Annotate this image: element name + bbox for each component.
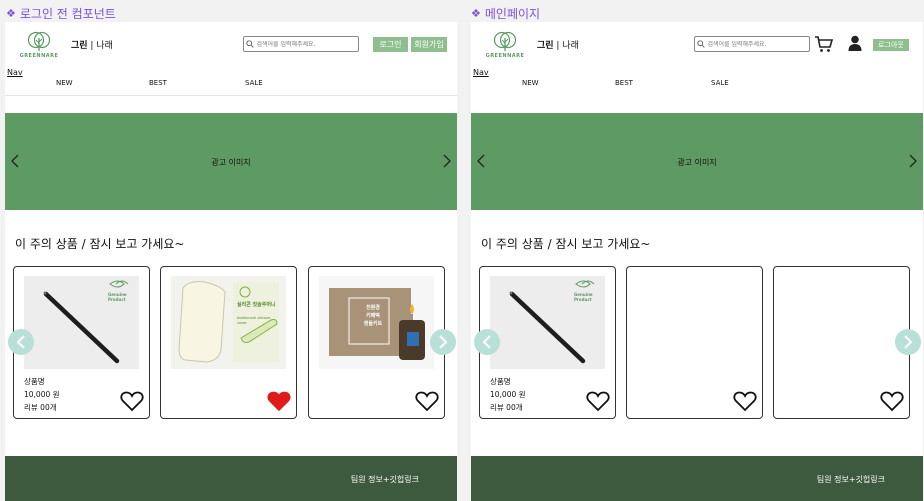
signup-button[interactable]: 회원가입 [411,37,447,52]
chevron-left-icon[interactable] [475,153,487,169]
cart-icon[interactable] [814,35,834,53]
footer-team-info-link[interactable]: 팀원 정보+깃헙링크 [351,474,419,485]
frame-label-text: 로그인 전 컴포넌트 [19,7,116,21]
search-icon[interactable] [695,37,707,51]
product-image-pen: Genuine Product [490,276,605,369]
brand-name: 그린 | 나래 [71,38,113,51]
product-image-pouch: 실리콘 칫솔주머니 toothbrush silicone cover [171,276,286,369]
brand-separator: | [87,41,97,51]
logout-button[interactable]: 로그아웃 [873,39,909,51]
heart-icon[interactable] [120,390,144,412]
carousel-prev-button[interactable] [8,329,34,355]
nav-item-best[interactable]: BEST [149,79,167,87]
pouch-title: 실리콘 칫솔주머니 [237,302,276,308]
nav-item-sale[interactable]: SALE [711,79,729,87]
heart-icon[interactable] [880,390,904,412]
user-icon[interactable] [848,35,862,51]
search-box [243,36,359,52]
product-image-pen: Genuine Product [24,276,139,369]
brand-separator: | [553,41,563,51]
site-header: GREENNARE 그린 | 나래 로그아웃 [471,22,923,67]
logo-wordmark: GREENNARE [485,53,525,59]
box-line: 키패떡 [366,313,380,319]
box-line: 캔들키트 [363,321,383,327]
carousel-prev-button[interactable] [474,329,500,355]
nav-item-best[interactable]: BEST [615,79,633,87]
product-reviews: 리뷰 00개 [24,403,57,412]
pouch-subtitle: toothbrush silicone cover [237,316,271,325]
product-meta: 상품명 10,000 원 리뷰 00개 [490,375,526,414]
chevron-left-icon[interactable] [9,153,21,169]
heart-icon-liked[interactable] [267,390,291,412]
candle-kit-box-text: 친환경 키패떡 캔들키트 [357,304,389,328]
product-image-candle-kit: 친환경 키패떡 캔들키트 [319,276,434,369]
ad-banner-text: 광고 이미지 [677,158,717,167]
product-card[interactable]: 실리콘 칫솔주머니 toothbrush silicone cover [160,266,297,419]
carousel-next-button[interactable] [895,329,921,355]
product-card-empty[interactable] [626,266,763,419]
heart-icon[interactable] [415,390,439,412]
product-card-empty[interactable] [773,266,910,419]
box-line: 친환경 [366,305,380,311]
product-card[interactable]: 친환경 키패떡 캔들키트 [308,266,445,419]
logo-wordmark: GREENNARE [19,53,59,59]
site-logo[interactable]: GREENNARE [485,30,525,60]
product-meta: 상품명 10,000 원 리뷰 00개 [24,375,60,414]
brand-name-right: 나래 [96,41,113,51]
product-name: 상품명 [24,377,45,386]
nav-label: Nav [473,68,489,77]
product-price: 10,000 원 [24,390,60,399]
brand-name: 그린 | 나래 [537,38,579,51]
chevron-right-icon [439,335,448,349]
section-title: 이 주의 상품 / 잠시 보고 가세요~ [15,237,185,251]
tree-logo-icon [27,31,51,51]
ad-banner: 광고 이미지 [471,113,923,210]
genuine-badge: Genuine Product [574,292,593,302]
carousel-next-button[interactable] [430,329,456,355]
footer-team-info-link[interactable]: 팀원 정보+깃헙링크 [817,474,885,485]
site-footer: 팀원 정보+깃헙링크 [471,456,923,501]
chevron-right-icon [904,335,913,349]
frame-label-before-login: ❖ 로그인 전 컴포넌트 [6,5,116,22]
search-input[interactable] [707,40,809,48]
section-title: 이 주의 상품 / 잠시 보고 가세요~ [481,237,651,251]
frame-before-login: GREENNARE 그린 | 나래 로그인 회원가입 Nav NEW BEST … [5,22,457,501]
product-name: 상품명 [490,377,511,386]
site-header: GREENNARE 그린 | 나래 로그인 회원가입 [5,22,457,67]
nav-item-new[interactable]: NEW [522,79,539,87]
login-button[interactable]: 로그인 [373,37,408,52]
site-logo[interactable]: GREENNARE [19,30,59,60]
heart-icon[interactable] [733,390,757,412]
heart-icon[interactable] [586,390,610,412]
component-diamond-icon: ❖ [471,7,481,20]
search-box [694,36,810,52]
frame-label-main-page: ❖ 메인페이지 [471,5,540,22]
site-footer: 팀원 정보+깃헙링크 [5,456,457,501]
frame-main-page: GREENNARE 그린 | 나래 로그아웃 Nav NEW BEST SALE… [471,22,923,501]
nav-item-sale[interactable]: SALE [245,79,263,87]
product-price: 10,000 원 [490,390,526,399]
genuine-badge: Genuine Product [108,292,127,302]
chevron-left-icon [482,335,491,349]
brand-name-left: 그린 [71,41,88,51]
nav-item-new[interactable]: NEW [56,79,73,87]
tree-logo-icon [493,31,517,51]
brand-name-left: 그린 [537,41,554,51]
ad-banner-text: 광고 이미지 [211,158,251,167]
chevron-left-icon [16,335,25,349]
frame-label-text: 메인페이지 [484,7,541,21]
chevron-right-icon[interactable] [441,153,453,169]
component-diamond-icon: ❖ [6,7,16,20]
ad-banner: 광고 이미지 [5,113,457,210]
search-icon[interactable] [244,37,256,51]
search-input[interactable] [256,40,358,48]
nav-label: Nav [7,68,23,77]
brand-name-right: 나래 [562,41,579,51]
nav-divider [5,95,457,96]
product-reviews: 리뷰 00개 [490,403,523,412]
chevron-right-icon[interactable] [907,153,919,169]
